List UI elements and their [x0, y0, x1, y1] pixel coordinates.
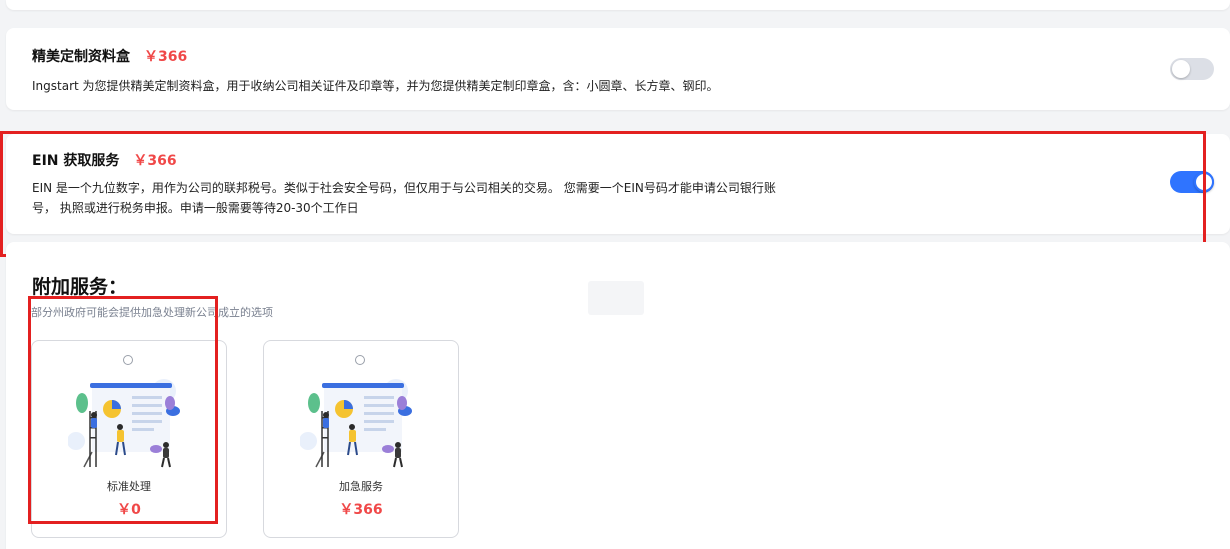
toggle-knob [1194, 172, 1214, 192]
service-description: Ingstart 为您提供精美定制资料盒，用于收纳公司相关证件及印章等，并为您提… [32, 79, 719, 93]
option-price: ￥366 [339, 502, 383, 518]
service-description: EIN 是一个九位数字，用作为公司的联邦税号。类似于社会安全号码，但仅用于与公司… [32, 178, 902, 218]
option-label: 加急服务 [339, 480, 383, 493]
option-label: 标准处理 [107, 480, 151, 493]
ein-toggle[interactable] [1170, 171, 1214, 193]
toggle-knob [1172, 60, 1190, 78]
description-line: 号， 执照或进行税务申报。申请一般需要等待20-30个工作日 [32, 201, 359, 215]
placeholder-box [588, 281, 644, 315]
previous-card-bottom [6, 0, 1230, 10]
service-card-ein: EIN 获取服务 ￥366 EIN 是一个九位数字，用作为公司的联邦税号。类似于社… [6, 134, 1230, 234]
addon-subtitle: 部分州政府可能会提供加急处理新公司成立的选项 [31, 306, 273, 319]
addon-title: 附加服务： [32, 276, 128, 298]
service-title: EIN 获取服务 ￥366 [32, 150, 177, 170]
presentation-team-icon [68, 379, 180, 468]
service-name: 精美定制资料盒 [32, 49, 130, 65]
pin-icon [355, 355, 365, 365]
service-price: ￥366 [133, 153, 177, 169]
pin-icon [123, 355, 133, 365]
service-price: ￥366 [144, 49, 188, 65]
description-line: EIN 是一个九位数字，用作为公司的联邦税号。类似于社会安全号码，但仅用于与公司… [32, 181, 776, 195]
option-standard[interactable]: 标准处理 ￥0 [31, 340, 227, 538]
service-title: 精美定制资料盒 ￥366 [32, 46, 187, 66]
option-price: ￥0 [117, 502, 141, 518]
service-name: EIN 获取服务 [32, 153, 120, 169]
option-expedited[interactable]: 加急服务 ￥366 [263, 340, 459, 538]
service-card-document-box: 精美定制资料盒 ￥366 Ingstart 为您提供精美定制资料盒，用于收纳公司相… [6, 28, 1230, 110]
document-box-toggle[interactable] [1170, 58, 1214, 80]
presentation-team-icon [300, 379, 412, 468]
